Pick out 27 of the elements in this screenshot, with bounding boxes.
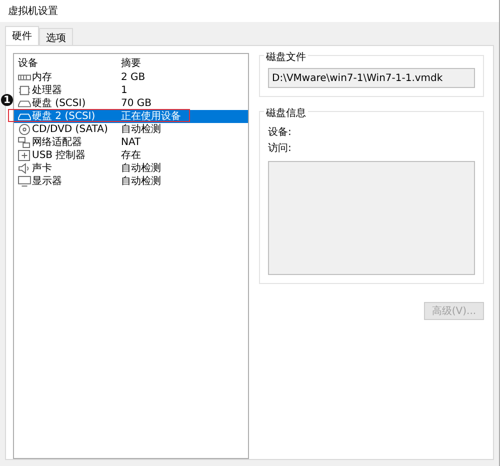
memory-icon	[18, 72, 31, 83]
disc-icon	[18, 124, 31, 135]
device-row[interactable]: USB 控制器 存在	[14, 149, 248, 162]
field-label: 设备:	[268, 126, 292, 139]
group-label: 磁盘文件	[264, 50, 308, 64]
device-row[interactable]: 处理器 1	[14, 84, 248, 97]
monitor-icon	[18, 176, 31, 187]
callout-number: 1	[1, 94, 13, 106]
usb-icon	[18, 150, 31, 161]
device-row[interactable]: 声卡 自动检测	[14, 162, 248, 175]
field-label: 访问:	[268, 142, 292, 155]
device-row[interactable]: CD/DVD (SATA) 自动检测	[14, 123, 248, 136]
column-header: 设备	[18, 56, 38, 70]
device-row[interactable]: 硬盘 2 (SCSI) 正在使用设备	[14, 110, 248, 123]
device-row[interactable]: 硬盘 (SCSI) 70 GB	[14, 97, 248, 110]
group-label: 磁盘信息	[264, 106, 308, 120]
column-header: 摘要	[121, 56, 141, 70]
device-row[interactable]: 内存 2 GB	[14, 71, 248, 84]
device-row[interactable]: 网络适配器 NAT	[14, 136, 248, 149]
path-field[interactable]: D:\VMware\win7-1\Win7-1-1.vmdk	[268, 68, 475, 88]
chip-icon	[18, 85, 31, 96]
tab[interactable]: 选项	[39, 28, 73, 45]
window-title: 虚拟机设置	[8, 4, 58, 18]
tab[interactable]: 硬件	[5, 26, 39, 45]
network-icon	[18, 137, 31, 148]
speaker-icon	[18, 163, 31, 174]
device-row[interactable]: 显示器 自动检测	[14, 175, 248, 188]
